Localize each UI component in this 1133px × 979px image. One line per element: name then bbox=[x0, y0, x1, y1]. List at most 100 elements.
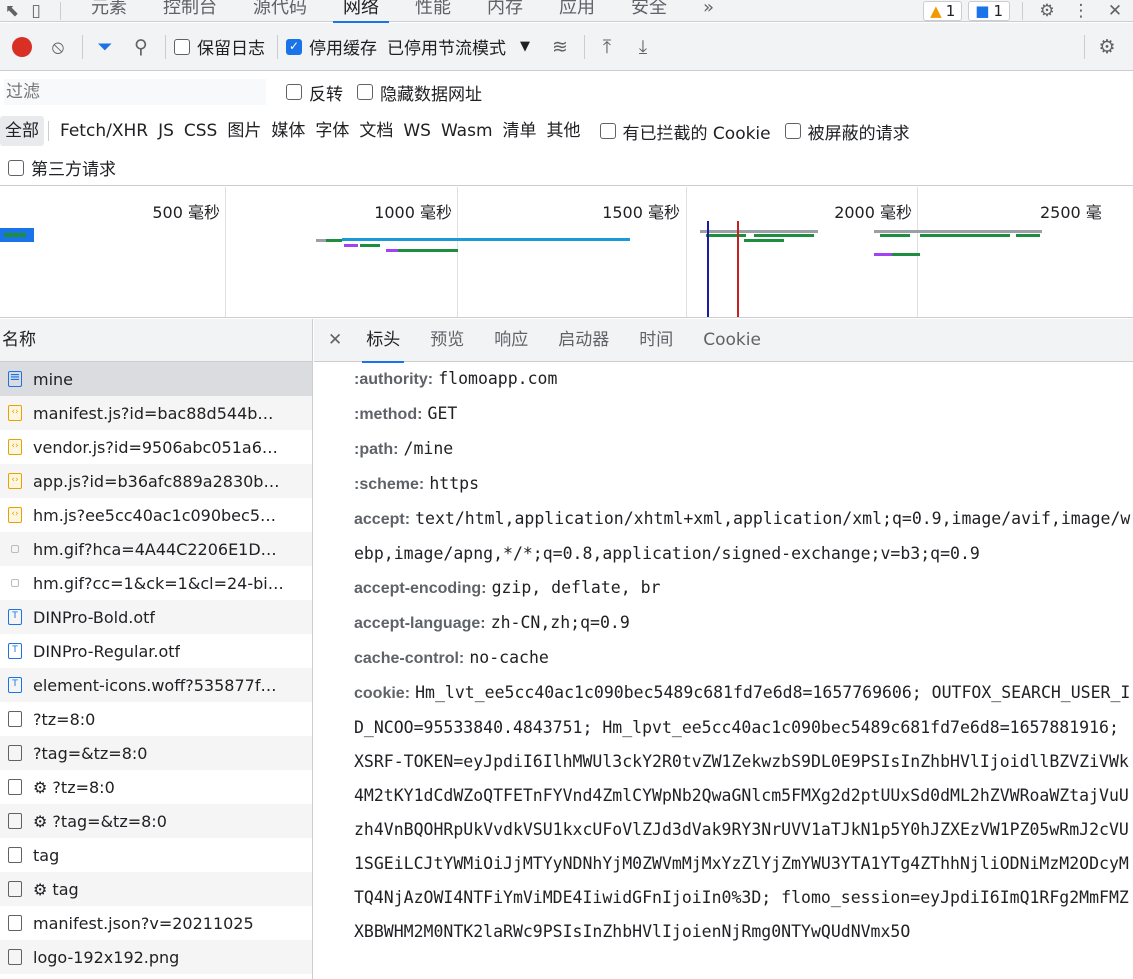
import-har-icon[interactable]: ⤒ bbox=[593, 31, 621, 63]
request-row[interactable]: hm.gif?hca=4A44C2206E1D… bbox=[0, 532, 312, 566]
divider bbox=[277, 34, 278, 59]
request-row[interactable]: logo-192x192.png bbox=[0, 940, 312, 974]
hide-data-urls-checkbox[interactable]: 隐藏数据网址 bbox=[357, 80, 482, 105]
tab-response[interactable]: 响应 bbox=[494, 319, 528, 362]
tab-preview[interactable]: 预览 bbox=[430, 319, 464, 362]
request-row[interactable]: manifest.json?v=20211025 bbox=[0, 906, 312, 940]
resource-icon bbox=[8, 711, 22, 727]
type-filter-media[interactable]: 媒体 bbox=[266, 116, 310, 146]
device-toolbar-icon[interactable]: ▯ bbox=[24, 0, 48, 22]
inspect-element-icon[interactable]: ⬉ bbox=[0, 0, 24, 22]
third-party-checkbox[interactable]: 第三方请求 bbox=[8, 155, 116, 180]
tab-sources[interactable]: 源代码 bbox=[235, 0, 325, 22]
request-row[interactable]: T DINPro-Regular.otf bbox=[0, 634, 312, 668]
type-filter-all[interactable]: 全部 bbox=[0, 116, 44, 146]
tab-application[interactable]: 应用 bbox=[541, 0, 613, 22]
resource-icon bbox=[8, 915, 22, 931]
name-column-header[interactable]: 名称 bbox=[0, 319, 312, 362]
request-row[interactable]: ⚙ tag bbox=[0, 872, 312, 906]
type-filter-css[interactable]: CSS bbox=[179, 116, 222, 146]
tab-initiator[interactable]: 启动器 bbox=[558, 319, 609, 362]
invert-label: 反转 bbox=[309, 84, 343, 105]
request-row[interactable]: hm.gif?cc=1&ck=1&cl=24-bi… bbox=[0, 566, 312, 600]
export-har-icon[interactable]: ⤓ bbox=[629, 31, 657, 63]
request-row[interactable]: ?tag=&tz=8:0 bbox=[0, 736, 312, 770]
waterfall-bar bbox=[326, 239, 342, 242]
record-button[interactable] bbox=[8, 31, 36, 63]
type-filter-img[interactable]: 图片 bbox=[222, 116, 266, 146]
checkbox-unchecked[interactable] bbox=[8, 159, 24, 176]
clear-button[interactable]: ⦸ bbox=[44, 31, 72, 63]
throttling-select[interactable]: 已停用节流模式 bbox=[387, 34, 506, 59]
request-name: hm.gif?hca=4A44C2206E1D… bbox=[33, 539, 277, 559]
search-button[interactable]: ⚲ bbox=[127, 31, 155, 63]
messages-badge[interactable]: ■ 1 bbox=[968, 0, 1010, 21]
invert-checkbox[interactable]: 反转 bbox=[286, 80, 343, 105]
header-name: accept-encoding: bbox=[354, 580, 487, 597]
network-settings-gear-icon[interactable]: ⚙ bbox=[1093, 31, 1121, 63]
waterfall-bar bbox=[316, 239, 326, 242]
blocked-cookies-label: 有已拦截的 Cookie bbox=[622, 123, 771, 144]
checkbox-unchecked[interactable] bbox=[599, 123, 616, 139]
checkbox-unchecked[interactable] bbox=[174, 38, 190, 55]
header-row: cookie: Hm_lvt_ee5cc40ac1c090bec5489c681… bbox=[354, 676, 1133, 949]
type-filter-font[interactable]: 字体 bbox=[310, 116, 354, 146]
close-devtools-icon[interactable]: ✕ bbox=[1103, 0, 1127, 22]
request-row[interactable]: ‹› hm.js?ee5cc40ac1c090bec5… bbox=[0, 498, 312, 532]
type-filter-manifest[interactable]: 清单 bbox=[498, 116, 542, 146]
font-icon: T bbox=[8, 643, 22, 659]
type-filter-doc[interactable]: 文档 bbox=[354, 116, 398, 146]
tab-performance[interactable]: 性能 bbox=[397, 0, 469, 22]
type-filter-ws[interactable]: WS bbox=[398, 116, 436, 146]
network-overview-timeline[interactable]: 500 毫秒 1000 毫秒 1500 毫秒 2000 毫秒 2500 毫 bbox=[0, 187, 1133, 318]
type-filter-fetch-xhr[interactable]: Fetch/XHR bbox=[55, 116, 153, 146]
close-detail-icon[interactable]: ✕ bbox=[328, 319, 342, 362]
tab-console[interactable]: 控制台 bbox=[145, 0, 235, 22]
checkbox-unchecked[interactable] bbox=[784, 123, 801, 139]
tab-elements[interactable]: 元素 bbox=[73, 0, 145, 22]
blocked-requests-checkbox[interactable]: 被屏蔽的请求 bbox=[784, 119, 910, 144]
disable-cache-checkbox[interactable]: ✓ 停用缓存 bbox=[286, 34, 377, 59]
tab-timing[interactable]: 时间 bbox=[639, 319, 673, 362]
chevron-down-icon[interactable]: ▼ bbox=[520, 39, 530, 54]
waterfall-bar bbox=[744, 239, 784, 242]
request-headers-list: :authority: flomoapp.com:method: GET:pat… bbox=[314, 362, 1133, 949]
preserve-log-checkbox[interactable]: 保留日志 bbox=[174, 34, 265, 59]
blocked-cookies-checkbox[interactable]: 有已拦截的 Cookie bbox=[599, 119, 771, 144]
request-row[interactable]: ?tz=8:0 bbox=[0, 702, 312, 736]
filter-toggle-button[interactable]: ⏷ bbox=[91, 31, 119, 63]
header-row: accept-language: zh-CN,zh;q=0.9 bbox=[354, 606, 1133, 641]
request-row[interactable]: tag bbox=[0, 838, 312, 872]
detail-tabbar: ✕ 标头 预览 响应 启动器 时间 Cookie bbox=[314, 319, 1133, 363]
type-filter-js[interactable]: JS bbox=[153, 116, 179, 146]
checkbox-unchecked[interactable] bbox=[286, 84, 302, 100]
request-row[interactable]: ⚙ ?tag=&tz=8:0 bbox=[0, 804, 312, 838]
request-row[interactable]: Telement-icons.woff?535877f… bbox=[0, 668, 312, 702]
settings-gear-icon[interactable]: ⚙ bbox=[1035, 0, 1059, 22]
waterfall-bar bbox=[4, 233, 26, 237]
request-row[interactable]: ‹› manifest.js?id=bac88d544b… bbox=[0, 396, 312, 430]
network-conditions-icon[interactable]: ≋ bbox=[546, 31, 574, 63]
tab-headers[interactable]: 标头 bbox=[362, 319, 405, 363]
tab-security[interactable]: 安全 bbox=[613, 0, 685, 22]
checkbox-unchecked[interactable] bbox=[357, 84, 373, 100]
filter-input[interactable] bbox=[4, 79, 266, 105]
tab-memory[interactable]: 内存 bbox=[469, 0, 541, 22]
request-name: element-icons.woff?535877f… bbox=[33, 675, 277, 695]
request-row[interactable]: ‹› vendor.js?id=9506abc051a6… bbox=[0, 430, 312, 464]
more-options-icon[interactable]: ⋮ bbox=[1069, 0, 1093, 22]
more-tabs-button[interactable]: » bbox=[685, 0, 732, 22]
timeline-tick: 1000 毫秒 bbox=[374, 203, 452, 222]
request-row[interactable]: ‹› app.js?id=b36afc889a2830b… bbox=[0, 464, 312, 498]
tab-cookies[interactable]: Cookie bbox=[703, 319, 761, 362]
tab-network[interactable]: 网络 bbox=[325, 0, 397, 23]
request-row[interactable]: ⚙ ?tz=8:0 bbox=[0, 770, 312, 804]
checkbox-checked[interactable]: ✓ bbox=[286, 38, 302, 55]
request-row[interactable]: mine bbox=[0, 362, 312, 396]
divider bbox=[1084, 34, 1085, 59]
request-name: logo-192x192.png bbox=[33, 947, 180, 967]
type-filter-wasm[interactable]: Wasm bbox=[436, 116, 498, 146]
request-row[interactable]: T DINPro-Bold.otf bbox=[0, 600, 312, 634]
type-filter-other[interactable]: 其他 bbox=[542, 116, 586, 146]
warnings-badge[interactable]: ▲ 1 bbox=[923, 0, 963, 21]
